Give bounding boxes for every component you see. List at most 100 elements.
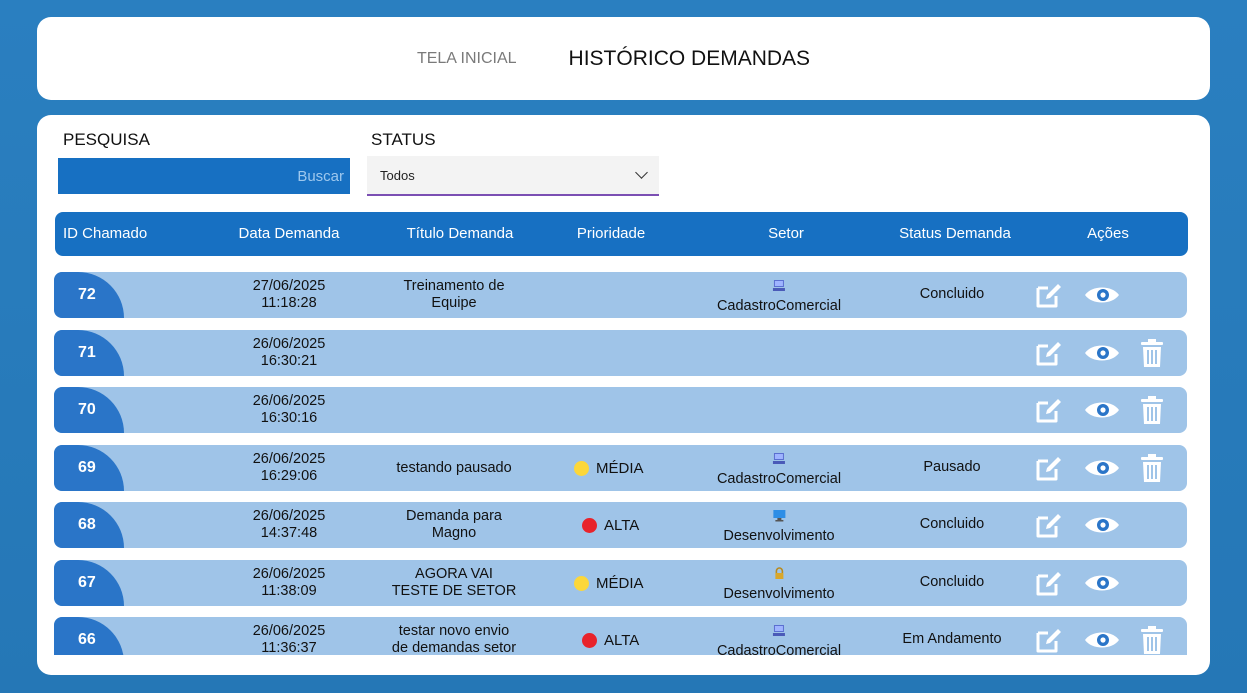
row-time: 11:38:09: [261, 583, 317, 599]
priority-dot-icon: [582, 517, 597, 533]
table-row: 66 26/06/2025 11:36:37 testar novo envio…: [54, 617, 1187, 655]
trash-icon[interactable]: [1140, 395, 1164, 425]
lock-icon: [772, 567, 786, 583]
row-status-cell: Concluido: [920, 272, 985, 318]
eye-icon[interactable]: [1083, 513, 1121, 537]
row-date-cell: 26/06/2025 14:37:48: [253, 502, 326, 548]
row-setor-cell: CadastroComercial: [717, 617, 841, 655]
row-setor-cell: CadastroComercial: [717, 445, 841, 491]
row-status-cell: Pausado: [923, 445, 980, 491]
row-date: 26/06/2025: [252, 451, 326, 467]
row-title-line1: testar novo envio: [398, 623, 510, 639]
row-title-cell: AGORA VAI TESTE DE SETOR: [392, 560, 517, 606]
row-priority-label: ALTA: [604, 631, 640, 649]
row-id: 70: [54, 387, 124, 433]
row-status-cell: Em Andamento: [902, 617, 1001, 655]
row-priority: MÉDIA: [574, 445, 644, 491]
eye-icon[interactable]: [1083, 341, 1121, 365]
row-title-line1: AGORA VAI: [415, 566, 493, 582]
row-setor-cell: Desenvolvimento: [723, 502, 835, 548]
row-date: 26/06/2025: [252, 393, 326, 409]
row-status-cell: Concluido: [920, 502, 985, 548]
row-status: Pausado: [923, 458, 981, 475]
row-actions: [1034, 387, 1164, 433]
edit-icon[interactable]: [1034, 280, 1064, 310]
table-row: 67 26/06/2025 11:38:09 AGORA VAI TESTE D…: [54, 560, 1187, 606]
nav-home-link[interactable]: TELA INICIAL: [417, 50, 517, 68]
row-priority-label: MÉDIA: [596, 459, 644, 477]
row-actions: [1034, 617, 1164, 655]
row-actions: [1034, 445, 1164, 491]
row-title-cell: Demanda para Magno: [406, 502, 502, 548]
row-time: 11:18:28: [261, 295, 317, 311]
row-status: Concluido: [919, 515, 985, 532]
row-title-line1: Treinamento de: [403, 278, 505, 294]
row-priority: ALTA: [582, 617, 639, 655]
row-time: 11:36:37: [261, 640, 317, 655]
trash-icon[interactable]: [1140, 453, 1164, 483]
trash-icon[interactable]: [1140, 338, 1164, 368]
table-row: 69 26/06/2025 16:29:06 testando pausado …: [54, 445, 1187, 491]
row-date: 26/06/2025: [252, 623, 326, 639]
priority-dot-icon: [574, 575, 589, 591]
edit-icon[interactable]: [1034, 625, 1064, 655]
row-time: 16:29:06: [260, 468, 318, 484]
monitor-icon: [772, 509, 786, 525]
row-title-line2: TESTE DE SETOR: [391, 583, 517, 599]
page-title: HISTÓRICO DEMANDAS: [568, 46, 811, 70]
edit-icon[interactable]: [1034, 510, 1064, 540]
row-actions: [1034, 272, 1121, 318]
computer-icon: [772, 624, 786, 640]
table-body: 72 27/06/2025 11:18:28 Treinamento de Eq…: [37, 115, 1210, 655]
row-actions: [1034, 502, 1121, 548]
row-date: 26/06/2025: [252, 566, 326, 582]
row-title-cell: testando pausado: [396, 445, 511, 491]
row-setor: Desenvolvimento: [723, 586, 835, 602]
eye-icon[interactable]: [1083, 628, 1121, 652]
eye-icon[interactable]: [1083, 456, 1121, 480]
row-id: 68: [54, 502, 124, 548]
row-title-line1: testando pausado: [396, 459, 512, 476]
table-row: 71 26/06/2025 16:30:21: [54, 330, 1187, 376]
row-title-line2: Magno: [431, 525, 477, 541]
row-priority-label: ALTA: [604, 516, 640, 534]
row-setor: CadastroComercial: [716, 298, 842, 314]
row-status: Concluido: [919, 573, 985, 590]
priority-dot-icon: [574, 460, 589, 476]
edit-icon[interactable]: [1034, 395, 1064, 425]
table-row: 68 26/06/2025 14:37:48 Demanda para Magn…: [54, 502, 1187, 548]
row-actions: [1034, 330, 1164, 376]
table-row: 70 26/06/2025 16:30:16: [54, 387, 1187, 433]
eye-icon[interactable]: [1083, 398, 1121, 422]
row-status: Concluido: [919, 285, 985, 302]
row-id: 67: [54, 560, 124, 606]
eye-icon[interactable]: [1083, 571, 1121, 595]
row-date: 27/06/2025: [252, 278, 326, 294]
edit-icon[interactable]: [1034, 338, 1064, 368]
edit-icon[interactable]: [1034, 568, 1064, 598]
row-id: 69: [54, 445, 124, 491]
row-time: 14:37:48: [260, 525, 318, 541]
row-title-cell: testar novo envio de demandas setor: [392, 617, 516, 655]
row-title-line1: Demanda para: [406, 508, 502, 524]
eye-icon[interactable]: [1083, 283, 1121, 307]
row-setor: Desenvolvimento: [723, 528, 835, 544]
row-title-line2: de demandas setor: [391, 640, 517, 655]
edit-icon[interactable]: [1034, 453, 1064, 483]
row-title-line2: Equipe: [431, 295, 477, 311]
top-nav-bar: TELA INICIAL HISTÓRICO DEMANDAS: [37, 17, 1210, 100]
row-title-cell: Treinamento de Equipe: [403, 272, 504, 318]
row-date-cell: 27/06/2025 11:18:28: [253, 272, 326, 318]
row-id: 71: [54, 330, 124, 376]
row-date: 26/06/2025: [252, 336, 326, 352]
trash-icon[interactable]: [1140, 625, 1164, 655]
row-time: 16:30:16: [260, 410, 318, 426]
row-id: 66: [54, 617, 124, 655]
row-date-cell: 26/06/2025 11:38:09: [253, 560, 326, 606]
row-priority-label: MÉDIA: [596, 574, 644, 592]
row-date-cell: 26/06/2025 11:36:37: [253, 617, 326, 655]
row-setor-cell: Desenvolvimento: [723, 560, 835, 606]
row-setor: CadastroComercial: [716, 643, 842, 655]
row-priority: ALTA: [582, 502, 639, 548]
row-status: Em Andamento: [902, 630, 1002, 647]
